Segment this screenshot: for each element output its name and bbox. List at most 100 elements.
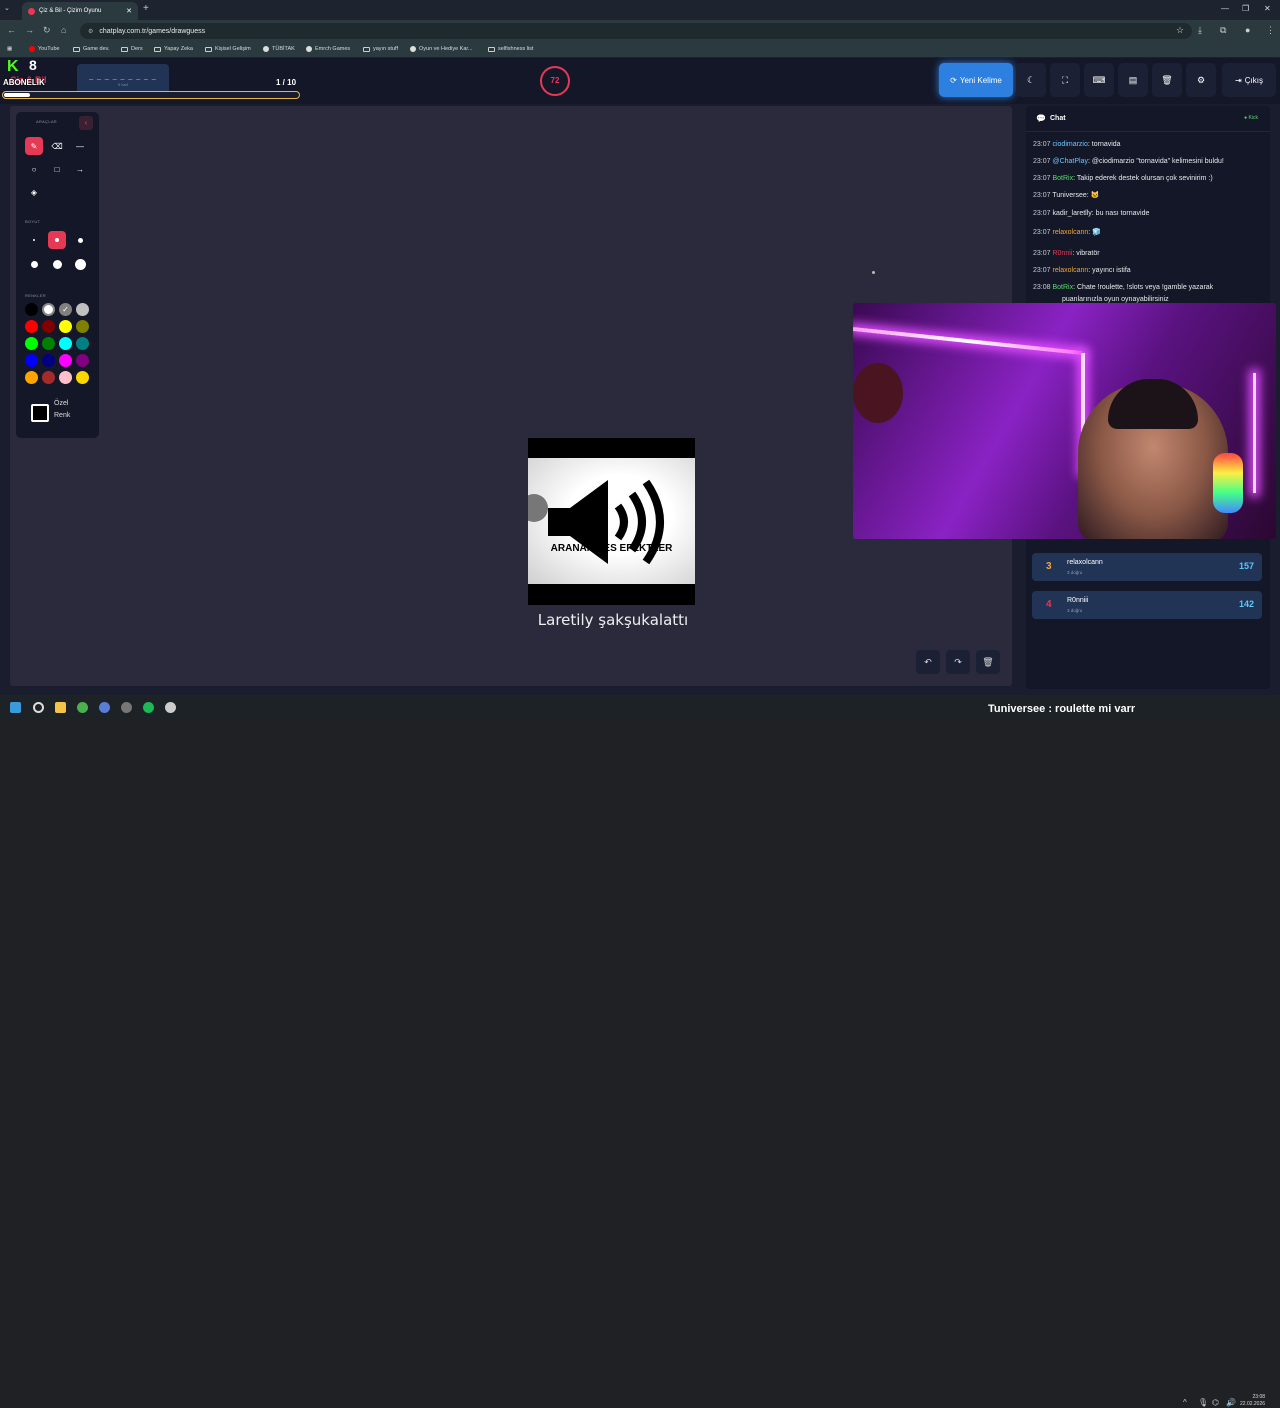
trash-button[interactable]: 🗑 bbox=[1152, 63, 1182, 97]
custom-color-swatch[interactable] bbox=[31, 404, 49, 422]
moon-icon: ☾ bbox=[1026, 74, 1036, 85]
redo-button[interactable]: ↷ bbox=[946, 650, 970, 674]
tab-close-icon[interactable]: ✕ bbox=[126, 7, 132, 15]
color-swatch[interactable] bbox=[42, 354, 55, 367]
color-swatch[interactable] bbox=[76, 303, 89, 316]
bookmark-selfishness-list[interactable]: selfishness list bbox=[488, 46, 533, 52]
color-swatch[interactable] bbox=[25, 337, 38, 350]
rectangle-tool-button[interactable]: □ bbox=[48, 160, 66, 178]
bookmark-yayin-stuff[interactable]: yayın stuff bbox=[363, 46, 398, 52]
chat-message-user[interactable]: @ChatPlay bbox=[1052, 158, 1088, 165]
bookmark-tubitak[interactable]: TÜBİTAK bbox=[263, 46, 295, 52]
color-swatch[interactable] bbox=[59, 337, 72, 350]
size-3-button[interactable] bbox=[71, 231, 89, 249]
archive-button[interactable]: ▤ bbox=[1118, 63, 1148, 97]
new-tab-button[interactable]: + bbox=[143, 3, 149, 14]
site-info-icon[interactable]: ⚙ bbox=[88, 28, 93, 35]
address-bar[interactable]: ⚙ chatplay.com.tr/games/drawguess bbox=[80, 23, 1192, 39]
profile-avatar[interactable]: ● bbox=[1245, 25, 1250, 35]
pen-tool-button[interactable]: ✎ bbox=[25, 137, 43, 155]
spotify-icon[interactable] bbox=[143, 702, 154, 713]
clock-time: 23:08 bbox=[1252, 1394, 1266, 1400]
eraser-tool-button[interactable]: ⌫ bbox=[48, 137, 66, 155]
settings-button[interactable]: ⚙ bbox=[1186, 63, 1216, 97]
undo-button[interactable]: ↶ bbox=[916, 650, 940, 674]
color-swatch[interactable]: ✓ bbox=[59, 303, 72, 316]
keyboard-button[interactable]: ⌨ bbox=[1084, 63, 1114, 97]
color-swatch[interactable] bbox=[25, 303, 38, 316]
back-icon[interactable]: ← bbox=[7, 25, 16, 35]
bookmark-ders[interactable]: Ders bbox=[121, 46, 143, 52]
color-swatch[interactable] bbox=[76, 354, 89, 367]
chat-message-user[interactable]: R0nnii bbox=[1052, 250, 1072, 257]
circle-tool-button[interactable]: ○ bbox=[25, 160, 43, 178]
chat-message-user[interactable]: BotRix bbox=[1052, 284, 1073, 291]
theme-toggle-button[interactable]: ☾ bbox=[1016, 63, 1046, 97]
search-icon[interactable] bbox=[33, 702, 44, 713]
size-2-button[interactable] bbox=[48, 231, 66, 249]
clear-canvas-button[interactable]: 🗑 bbox=[976, 650, 1000, 674]
downloads-icon[interactable]: ⤓ bbox=[1198, 25, 1202, 36]
browser-menu-icon[interactable]: ⋮ bbox=[1266, 25, 1275, 36]
apps-grid-icon[interactable]: ▦ bbox=[7, 46, 12, 52]
size-4-button[interactable] bbox=[25, 255, 43, 273]
file-explorer-icon[interactable] bbox=[55, 702, 66, 713]
chat-message-user[interactable]: relaxolcann bbox=[1052, 267, 1088, 274]
tray-chevron-icon[interactable]: ^ bbox=[1183, 1398, 1187, 1407]
volume-icon[interactable]: 🔊 bbox=[1226, 1398, 1236, 1407]
browser-tab[interactable]: Çiz & Bil - Çizim Oyunu ✕ bbox=[22, 2, 138, 20]
app-2-icon[interactable] bbox=[165, 702, 176, 713]
system-clock[interactable]: 23:08 22.02.2026 bbox=[1240, 1394, 1265, 1408]
chrome-icon[interactable] bbox=[77, 702, 88, 713]
fullscreen-button[interactable]: ⛶ bbox=[1050, 63, 1080, 97]
chat-message-text: : 🐱 bbox=[1086, 192, 1100, 199]
window-close-icon[interactable]: ✕ bbox=[1264, 4, 1271, 13]
collapse-tools-button[interactable]: ‹ bbox=[79, 116, 93, 130]
chat-message-user[interactable]: ciodimarzio bbox=[1052, 141, 1087, 148]
arrow-tool-button[interactable]: → bbox=[71, 160, 89, 178]
color-swatch[interactable] bbox=[42, 320, 55, 333]
network-icon[interactable]: ⌬ bbox=[1212, 1398, 1219, 1407]
chat-message-user[interactable]: Tuniversee bbox=[1052, 192, 1086, 199]
color-swatch[interactable] bbox=[59, 371, 72, 384]
size-5-button[interactable] bbox=[48, 255, 66, 273]
obs-icon[interactable] bbox=[121, 702, 132, 713]
color-swatch[interactable] bbox=[42, 337, 55, 350]
bookmark-youtube[interactable]: YouTube bbox=[29, 46, 60, 52]
color-swatch[interactable] bbox=[76, 337, 89, 350]
start-icon[interactable] bbox=[10, 702, 21, 713]
tab-search-icon[interactable]: ⌄ bbox=[4, 4, 10, 12]
color-swatch[interactable] bbox=[76, 371, 89, 384]
color-swatch[interactable] bbox=[42, 303, 55, 316]
maximize-icon[interactable]: ❐ bbox=[1242, 4, 1249, 13]
mic-tray-icon[interactable]: 🎙 bbox=[1198, 1398, 1208, 1407]
color-swatch[interactable] bbox=[42, 371, 55, 384]
forward-icon[interactable]: → bbox=[25, 25, 34, 35]
home-icon[interactable]: ⌂ bbox=[61, 25, 66, 35]
bookmark-star-icon[interactable]: ☆ bbox=[1176, 25, 1184, 36]
size-1-button[interactable] bbox=[25, 231, 43, 249]
chat-message-user[interactable]: relaxolcann bbox=[1052, 229, 1088, 236]
color-swatch[interactable] bbox=[76, 320, 89, 333]
app-icon[interactable] bbox=[99, 702, 110, 713]
bookmark-emrch-games[interactable]: Emrch Games bbox=[306, 46, 350, 52]
color-swatch[interactable] bbox=[25, 371, 38, 384]
size-6-button[interactable] bbox=[71, 255, 89, 273]
color-swatch[interactable] bbox=[59, 320, 72, 333]
bookmark-game-dev[interactable]: Game dev. bbox=[73, 46, 110, 52]
extensions-icon[interactable]: ⧉ bbox=[1220, 25, 1226, 36]
line-tool-button[interactable]: — bbox=[71, 137, 89, 155]
bookmark-kisisel-gelisim[interactable]: Kişisel Gelişim bbox=[205, 46, 251, 52]
bookmark-oyun-hediye[interactable]: Oyun ve Hediye Kar... bbox=[410, 46, 473, 52]
logout-button[interactable]: ⇥ Çıkış bbox=[1222, 63, 1276, 97]
chat-message-user[interactable]: kadir_laretlly bbox=[1052, 210, 1091, 217]
color-swatch[interactable] bbox=[25, 354, 38, 367]
chat-message-user[interactable]: BotRix bbox=[1052, 175, 1073, 182]
bookmark-yapay-zeka[interactable]: Yapay Zeka bbox=[154, 46, 193, 52]
color-swatch[interactable] bbox=[25, 320, 38, 333]
reload-icon[interactable]: ↻ bbox=[43, 25, 51, 36]
new-word-button[interactable]: ⟳ Yeni Kelime bbox=[939, 63, 1013, 97]
minimize-icon[interactable]: — bbox=[1221, 4, 1229, 13]
color-swatch[interactable] bbox=[59, 354, 72, 367]
fill-tool-button[interactable]: ◈ bbox=[25, 183, 43, 201]
